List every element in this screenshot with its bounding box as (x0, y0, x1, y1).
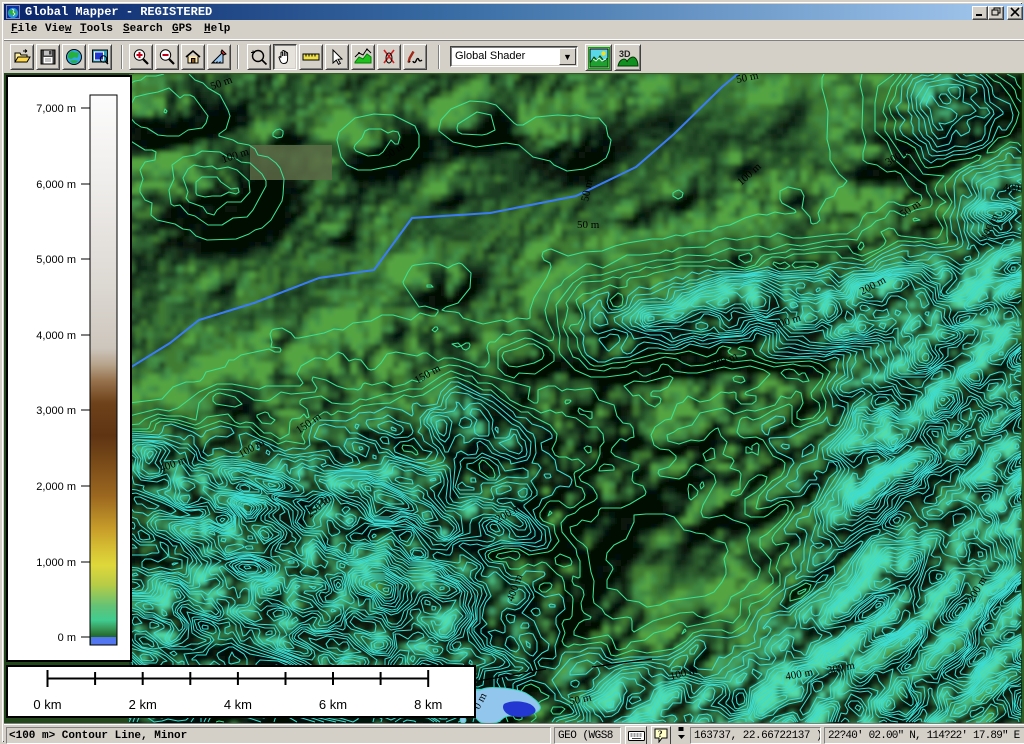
svg-text:6,000 m: 6,000 m (36, 179, 76, 191)
svg-text:4 km: 4 km (224, 697, 252, 712)
svg-text:2,000 m: 2,000 m (36, 481, 76, 493)
svg-text:0 m: 0 m (58, 632, 76, 644)
svg-text:8 km: 8 km (414, 697, 442, 712)
svg-text:2 km: 2 km (129, 697, 157, 712)
svg-text:1,000 m: 1,000 m (36, 557, 76, 569)
svg-text:400 m: 400 m (1003, 182, 1022, 194)
svg-text:50 m: 50 m (577, 219, 600, 231)
svg-text:7,000 m: 7,000 m (36, 103, 76, 115)
svg-text:?: ? (658, 729, 663, 739)
svg-text:3,000 m: 3,000 m (36, 405, 76, 417)
svg-text:0 km: 0 km (33, 697, 61, 712)
svg-text:4,000 m: 4,000 m (36, 330, 76, 342)
svg-text:5,000 m: 5,000 m (36, 254, 76, 266)
svg-text:6 km: 6 km (319, 697, 347, 712)
svg-text:3D: 3D (619, 49, 631, 59)
